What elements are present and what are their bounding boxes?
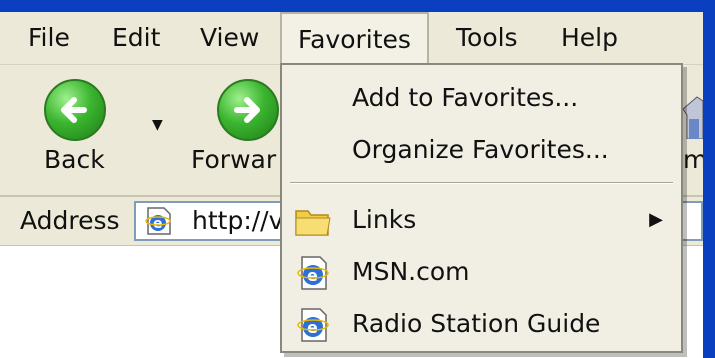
home-icon[interactable] [683,79,703,139]
menu-file[interactable]: File [28,12,70,64]
menu-favorites[interactable]: Favorites [280,12,429,66]
menu-msn[interactable]: e MSN.com [282,247,681,297]
back-label: Back [44,145,105,174]
menu-radio-station-guide[interactable]: e Radio Station Guide [282,299,681,349]
favorites-menu: Add to Favorites... Organize Favorites..… [280,63,683,353]
window-border-right [703,0,715,358]
menu-bar: File Edit View Favorites Tools Help [0,12,703,66]
forward-label: Forwar [191,145,277,174]
back-button[interactable]: Back [0,65,150,195]
links-label: Links [352,205,417,234]
radio-station-guide-label: Radio Station Guide [352,309,601,338]
window-border-top [0,0,715,12]
folder-icon [294,203,332,239]
address-label: Address [20,206,120,235]
msn-label: MSN.com [352,257,470,286]
menu-separator [290,182,673,184]
ie-page-icon: e [142,206,174,236]
ie-page-icon: e [294,307,332,343]
organize-favorites-label: Organize Favorites... [352,135,609,164]
forward-arrow-icon [217,79,279,141]
home-label: me [683,145,703,174]
forward-button[interactable]: Forwar [185,65,280,195]
menu-help[interactable]: Help [561,12,618,64]
back-arrow-icon [44,79,106,141]
ie-page-icon: e [294,255,332,291]
add-to-favorites-label: Add to Favorites... [352,83,579,112]
menu-edit[interactable]: Edit [112,12,160,64]
svg-text:e: e [153,216,163,232]
menu-tools[interactable]: Tools [456,12,518,64]
menu-links[interactable]: Links ▶ [282,195,681,245]
menu-add-to-favorites[interactable]: Add to Favorites... [282,73,681,123]
submenu-arrow-icon: ▶ [649,209,663,230]
address-value: http://v [192,206,284,235]
back-history-dropdown-icon[interactable]: ▼ [152,117,163,133]
menu-view[interactable]: View [200,12,259,64]
menu-organize-favorites[interactable]: Organize Favorites... [282,125,681,175]
